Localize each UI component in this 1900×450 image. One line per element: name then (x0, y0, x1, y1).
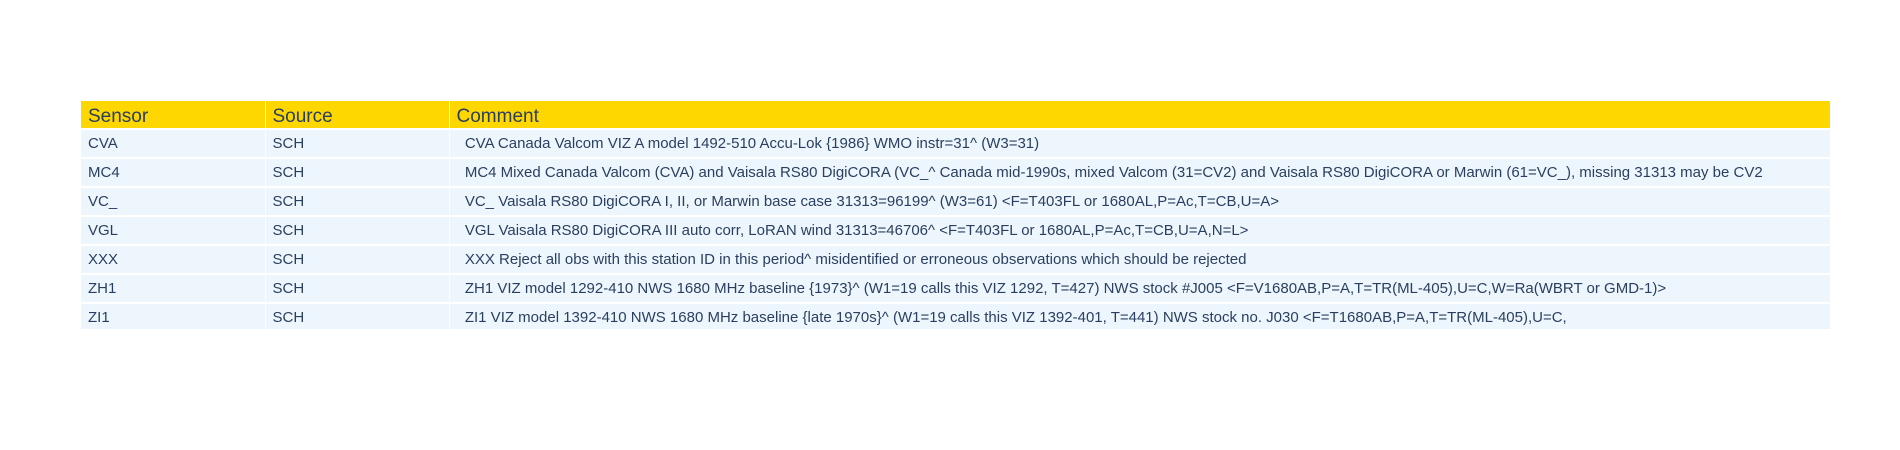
cell-sensor: VGL (81, 215, 266, 245)
table-row: VC_ SCH VC_ Vaisala RS80 DigiCORA I, II,… (81, 186, 1830, 216)
data-table-container: Sensor Source Comment CVA SCH CVA Canada… (81, 101, 1830, 329)
header-sensor: Sensor (81, 101, 266, 129)
sensor-table: Sensor Source Comment CVA SCH CVA Canada… (81, 101, 1830, 329)
cell-comment: VC_ Vaisala RS80 DigiCORA I, II, or Marw… (449, 186, 1830, 216)
cell-source: SCH (265, 273, 450, 303)
cell-comment: ZI1 VIZ model 1392-410 NWS 1680 MHz base… (449, 302, 1830, 329)
header-comment: Comment (449, 101, 1830, 129)
header-row: Sensor Source Comment (81, 101, 1830, 129)
table-row: MC4 SCH MC4 Mixed Canada Valcom (CVA) an… (81, 157, 1830, 187)
table-row: XXX SCH XXX Reject all obs with this sta… (81, 244, 1830, 274)
table-row: CVA SCH CVA Canada Valcom VIZ A model 14… (81, 128, 1830, 158)
header-source: Source (265, 101, 450, 129)
cell-comment: VGL Vaisala RS80 DigiCORA III auto corr,… (449, 215, 1830, 245)
cell-comment: MC4 Mixed Canada Valcom (CVA) and Vaisal… (449, 157, 1830, 187)
cell-comment: XXX Reject all obs with this station ID … (449, 244, 1830, 274)
cell-source: SCH (265, 302, 450, 329)
table-body: CVA SCH CVA Canada Valcom VIZ A model 14… (81, 128, 1830, 329)
cell-comment: CVA Canada Valcom VIZ A model 1492-510 A… (449, 128, 1830, 158)
table-row: ZI1 SCH ZI1 VIZ model 1392-410 NWS 1680 … (81, 302, 1830, 329)
cell-sensor: MC4 (81, 157, 266, 187)
cell-source: SCH (265, 128, 450, 158)
cell-comment: ZH1 VIZ model 1292-410 NWS 1680 MHz base… (449, 273, 1830, 303)
cell-sensor: ZI1 (81, 302, 266, 329)
cell-sensor: VC_ (81, 186, 266, 216)
cell-source: SCH (265, 215, 450, 245)
cell-source: SCH (265, 157, 450, 187)
table-row: ZH1 SCH ZH1 VIZ model 1292-410 NWS 1680 … (81, 273, 1830, 303)
table-row: VGL SCH VGL Vaisala RS80 DigiCORA III au… (81, 215, 1830, 245)
cell-sensor: XXX (81, 244, 266, 274)
table-header: Sensor Source Comment (81, 101, 1830, 129)
cell-source: SCH (265, 186, 450, 216)
cell-source: SCH (265, 244, 450, 274)
cell-sensor: ZH1 (81, 273, 266, 303)
cell-sensor: CVA (81, 128, 266, 158)
